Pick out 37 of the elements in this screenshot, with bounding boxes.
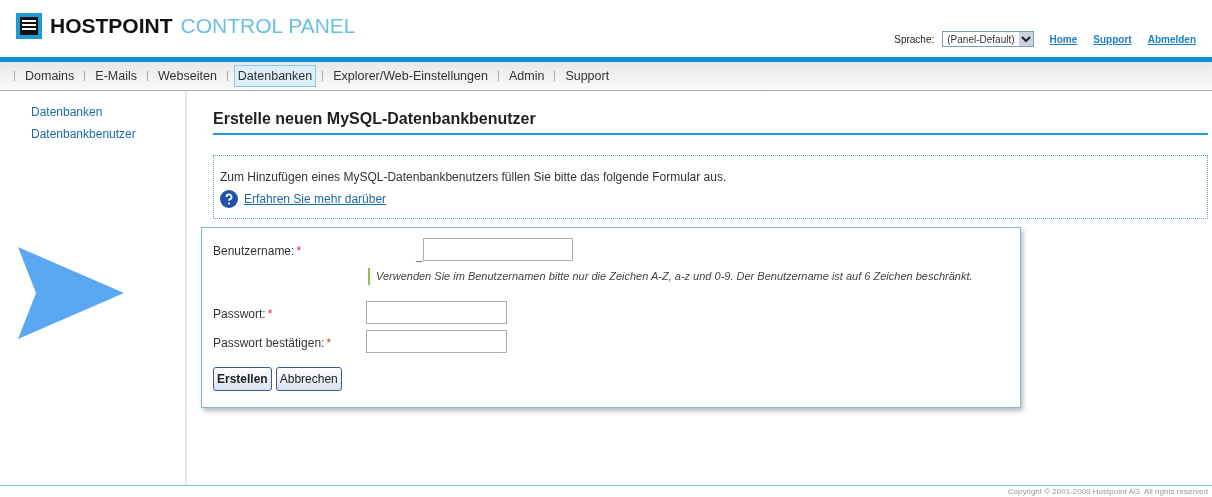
- logo-icon: [16, 12, 42, 39]
- product-name: CONTROL PANEL: [180, 13, 356, 39]
- required-mark: *: [326, 334, 332, 352]
- sidebar-link[interactable]: Datenbankbenutzer: [31, 125, 185, 143]
- input-field[interactable]: [366, 329, 507, 353]
- input-field[interactable]: [422, 238, 573, 261]
- arrow-icon: [18, 247, 124, 339]
- form-button[interactable]: Erstellen: [213, 366, 272, 391]
- nav-tab[interactable]: Explorer/Web-Einstellungen: [329, 64, 492, 88]
- field-label: Passwort:: [213, 305, 266, 323]
- brand-name: HOSTPOINT: [50, 13, 173, 39]
- header-link[interactable]: Support: [1093, 31, 1132, 47]
- copyright-text: Copyright © 2001-2009 Hostpoint AG. All rights reserved: [1007, 486, 1208, 497]
- nav-tab[interactable]: Domains: [21, 64, 79, 88]
- required-mark: *: [296, 243, 302, 260]
- required-mark: *: [267, 305, 273, 323]
- language-select[interactable]: (Panel-Default): [942, 31, 1034, 47]
- help-icon: [220, 190, 238, 208]
- sidebar-link[interactable]: Datenbanken: [31, 103, 185, 121]
- field-hint: Verwenden Sie im Benutzernamen bitte nur die Zeichen A-Z, a-z und 0-9. Der Benutzername ist auf 6 Zeichen beschränkt.: [368, 268, 1009, 285]
- page-title: Erstelle neuen MySQL-Datenbankbenutzer: [213, 107, 1208, 135]
- field-label: Passwort bestätigen:: [213, 334, 325, 352]
- field-prefix: _: [416, 249, 423, 261]
- header-link[interactable]: Home: [1049, 31, 1078, 47]
- language-label: Sprache:: [894, 32, 935, 47]
- nav-tab[interactable]: Admin: [504, 64, 549, 88]
- header-link[interactable]: Abmelden: [1147, 31, 1196, 47]
- field-label: Benutzername:: [213, 243, 295, 260]
- nav-tab[interactable]: Webseiten: [154, 64, 221, 88]
- learn-more-link[interactable]: Erfahren Sie mehr darüber: [244, 190, 387, 208]
- nav-tab[interactable]: Support: [561, 64, 614, 88]
- form-button[interactable]: Abbrechen: [275, 366, 342, 391]
- input-field[interactable]: [366, 300, 507, 324]
- caret-icon: [1018, 32, 1033, 46]
- nav-tab[interactable]: Datenbanken: [233, 64, 317, 88]
- info-text: Zum Hinzufügen eines MySQL-Datenbankbenutzers füllen Sie bitte das folgende Formular aus.: [220, 169, 728, 186]
- nav-tab[interactable]: E-Mails: [91, 64, 141, 88]
